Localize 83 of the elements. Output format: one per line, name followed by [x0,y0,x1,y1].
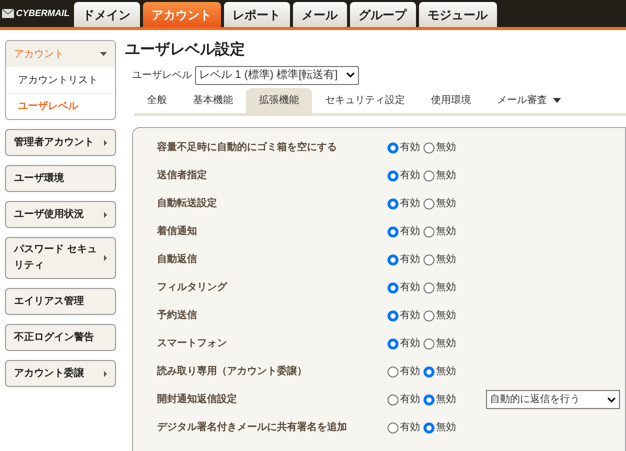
sidebar-button[interactable]: ユーザ使用状況 [5,201,116,228]
user-level-dropdown[interactable]: レベル 1 (標準) 標準[転送有] [195,66,359,84]
radio-label: 無効 [436,252,456,267]
sidebar-button[interactable]: エイリアス管理 [5,288,116,315]
page-title: ユーザレベル設定 [125,40,246,60]
logo: CYBERMAIL [16,6,70,20]
sidebar-button[interactable]: アカウント委譲 [5,360,116,387]
setting-label: 自動転送設定 [157,196,218,211]
radio-button[interactable] [387,394,399,406]
radio-label: 有効 [400,252,420,267]
radio-label: 有効 [400,168,420,183]
radio-button[interactable] [423,366,435,378]
radio-label: 有効 [400,140,420,155]
radio-label: 有効 [400,364,420,379]
radio-label: 有効 [400,196,420,211]
radio-label: 無効 [436,364,456,379]
radio-label: 無効 [436,420,456,435]
tab[interactable]: 拡張機能 [246,88,312,112]
caret-icon [100,52,107,56]
radio-button[interactable] [423,394,435,406]
radio-button[interactable] [387,254,399,266]
setting-label: 送信者指定 [157,168,208,183]
radio-label: 有効 [400,392,420,407]
field-label: ユーザレベル [132,68,192,82]
radio-label: 無効 [436,336,456,351]
nav-tab[interactable]: メール [292,2,346,27]
setting-label: 読み取り専用（アカウント委譲） [157,364,308,379]
nav-tab[interactable]: ドメイン [74,2,140,27]
setting-label: 自動返信 [157,252,198,267]
radio-label: 有効 [400,308,420,323]
radio-button[interactable] [423,282,435,294]
setting-label: 着信通知 [157,224,198,239]
radio-button[interactable] [423,310,435,322]
radio-button[interactable] [387,282,399,294]
radio-button[interactable] [387,142,399,154]
radio-button[interactable] [423,422,435,434]
sidebar-button[interactable]: 不正ログイン警告 [5,324,116,351]
setting-label: デジタル署名付きメールに共有署名を追加 [157,420,348,435]
setting-label: 開封通知返信設定 [157,392,238,407]
setting-label: 容量不足時に自動的にゴミ箱を空にする [157,140,338,155]
radio-label: 無効 [436,392,456,407]
radio-label: 無効 [436,308,456,323]
radio-label: 無効 [436,140,456,155]
radio-label: 有効 [400,224,420,239]
radio-button[interactable] [423,170,435,182]
radio-button[interactable] [387,198,399,210]
tab[interactable]: セキュリティ設定 [312,88,418,112]
setting-label: フィルタリング [157,281,228,295]
chevron-icon [346,72,355,78]
nav-tab[interactable]: モジュール [418,2,496,27]
radio-label: 有効 [400,420,420,435]
radio-label: 無効 [436,168,456,183]
radio-button[interactable] [423,254,435,266]
radio-button[interactable] [387,366,399,378]
radio-button[interactable] [387,422,399,434]
radio-button[interactable] [423,198,435,210]
tab[interactable]: メール審査 [484,88,574,112]
radio-button[interactable] [423,142,435,154]
envelope-icon [2,9,14,18]
radio-label: 無効 [436,224,456,239]
nav-tab[interactable]: グループ [350,2,416,27]
sidebar-button[interactable]: パスワード セキュリティ [5,237,116,279]
radio-label: 無効 [436,280,456,295]
setting-label: 予約送信 [157,308,198,323]
nav-tab[interactable]: レポート [224,2,290,27]
setting-label: スマートフォン [157,337,228,351]
radio-button[interactable] [387,310,399,322]
sidebar-link[interactable]: アカウントリスト [18,72,98,88]
chevron-icon [607,396,616,402]
radio-label: 有効 [400,336,420,351]
radio-label: 無効 [436,196,456,211]
tab[interactable]: 基本機能 [180,88,246,112]
sidebar-button[interactable]: ユーザ環境 [5,165,116,192]
radio-button[interactable] [423,226,435,238]
radio-button[interactable] [387,226,399,238]
reply-dropdown[interactable]: 自動的に返信を行う [486,390,620,409]
tab[interactable]: 全般 [134,88,180,112]
radio-button[interactable] [387,338,399,350]
sidebar-button[interactable]: 管理者アカウント [5,129,116,156]
radio-button[interactable] [387,170,399,182]
tab[interactable]: 使用環境 [418,88,484,112]
radio-label: 有効 [400,280,420,295]
radio-button[interactable] [423,338,435,350]
